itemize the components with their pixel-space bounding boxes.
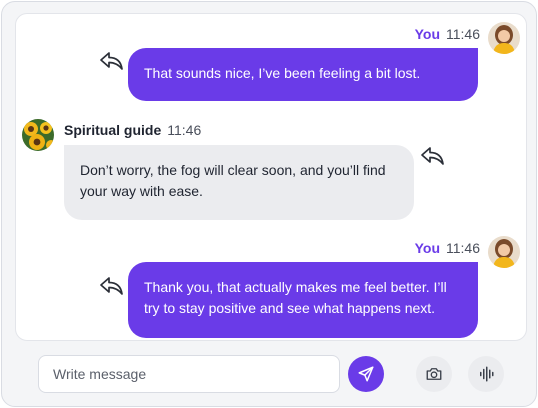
- sunflower-avatar-icon: [22, 119, 54, 151]
- message-bubble: Don’t worry, the fog will clear soon, an…: [64, 145, 414, 220]
- message-incoming: Spiritual guide 11:46 Don’t worry, the fo…: [16, 109, 526, 229]
- send-icon: [358, 366, 374, 382]
- sender-name: Spiritual guide: [64, 122, 162, 138]
- message-input[interactable]: [38, 355, 340, 393]
- voice-waveform-icon: [480, 366, 494, 382]
- message-meta: You 11:46: [415, 240, 480, 256]
- message-bubble: That sounds nice, I’ve been feeling a bi…: [128, 48, 478, 101]
- message-bubble: Thank you, that actually makes me feel b…: [128, 262, 478, 338]
- message-outgoing: You 11:46 Thank you, that actually makes …: [16, 228, 526, 340]
- message-time: 11:46: [446, 26, 480, 42]
- user-avatar[interactable]: [488, 236, 520, 268]
- user-avatar[interactable]: [488, 22, 520, 54]
- message-time: 11:46: [167, 122, 202, 138]
- camera-icon: [426, 368, 442, 380]
- message-time: 11:46: [446, 240, 480, 256]
- message-outgoing: You 11:46 That sounds nice, I’ve been fee…: [16, 14, 526, 104]
- reply-icon[interactable]: [420, 145, 446, 167]
- user-avatar-icon: [488, 22, 520, 54]
- sender-name: You: [414, 240, 440, 256]
- camera-button[interactable]: [416, 356, 452, 392]
- reply-icon[interactable]: [99, 50, 125, 72]
- message-meta: You 11:46: [415, 26, 480, 42]
- guide-avatar[interactable]: [22, 119, 54, 151]
- voice-button[interactable]: [468, 356, 504, 392]
- chat-window: You 11:46 That sounds nice, I’ve been fee…: [1, 1, 537, 407]
- user-avatar-icon: [488, 236, 520, 268]
- reply-icon[interactable]: [99, 275, 125, 297]
- sender-name: You: [414, 26, 440, 42]
- message-composer: [2, 342, 538, 408]
- message-meta: Spiritual guide 11:46: [64, 122, 201, 138]
- message-list: You 11:46 That sounds nice, I’ve been fee…: [15, 13, 527, 341]
- send-button[interactable]: [348, 356, 384, 392]
